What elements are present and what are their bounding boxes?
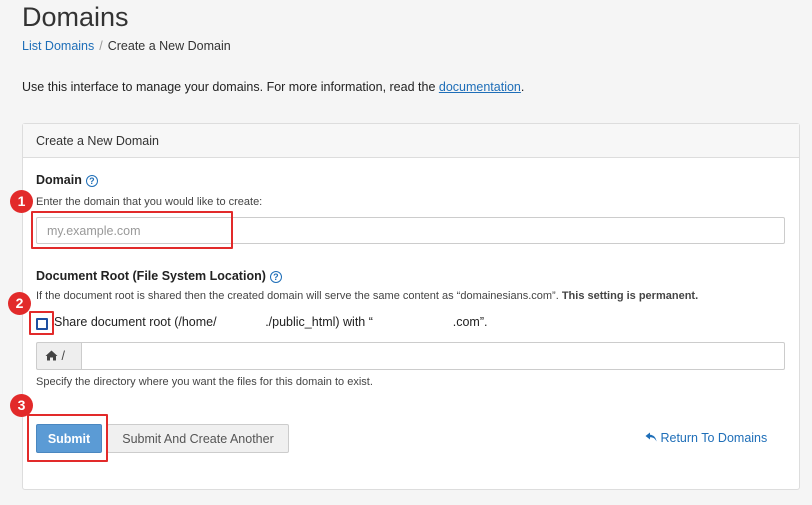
- help-icon[interactable]: ?: [85, 175, 98, 187]
- home-icon: [45, 350, 58, 361]
- breadcrumb-current: Create a New Domain: [107, 39, 231, 53]
- return-arrow-icon: [645, 432, 657, 442]
- document-root-label: Document Root (File System Location)?: [36, 269, 282, 283]
- intro-text-suffix: .: [520, 80, 525, 94]
- document-root-info-text: If the document root is shared then the …: [36, 290, 562, 302]
- domain-label: Domain?: [36, 173, 98, 187]
- step-3-badge: 3: [10, 394, 33, 417]
- step-1-badge: 1: [10, 190, 33, 213]
- breadcrumb: List Domains / Create a New Domain: [22, 39, 231, 53]
- domain-hint: Enter the domain that you would like to …: [36, 196, 263, 208]
- document-root-input[interactable]: [81, 342, 785, 370]
- share-document-root-label[interactable]: Share document root (/home/ ./public_htm…: [54, 315, 487, 329]
- step-2-highlight-box: [29, 311, 54, 335]
- domain-label-text: Domain: [36, 173, 82, 187]
- document-root-prefix: /: [36, 342, 81, 370]
- document-root-info: If the document root is shared then the …: [36, 290, 698, 302]
- documentation-link[interactable]: documentation: [439, 80, 521, 94]
- breadcrumb-separator: /: [99, 39, 103, 53]
- breadcrumb-list-domains-link[interactable]: List Domains: [22, 39, 94, 53]
- page-title: Domains: [22, 2, 129, 32]
- step-3-highlight-box: [27, 414, 108, 462]
- return-to-domains-link[interactable]: Return To Domains: [645, 431, 767, 445]
- panel-heading: Create a New Domain: [23, 124, 799, 158]
- step-2-badge: 2: [8, 292, 31, 315]
- document-root-label-text: Document Root (File System Location): [36, 269, 266, 283]
- intro-text: Use this interface to manage your domain…: [22, 80, 524, 94]
- intro-text-body: Use this interface to manage your domain…: [22, 80, 439, 94]
- help-icon[interactable]: ?: [269, 271, 282, 283]
- document-root-hint: Specify the directory where you want the…: [36, 376, 373, 388]
- submit-and-create-another-button[interactable]: Submit And Create Another: [107, 424, 289, 453]
- step-1-highlight-box: [31, 211, 233, 249]
- document-root-permanent-note: This setting is permanent.: [561, 290, 699, 302]
- return-to-domains-label: Return To Domains: [660, 431, 768, 445]
- document-root-prefix-slash: /: [61, 349, 65, 363]
